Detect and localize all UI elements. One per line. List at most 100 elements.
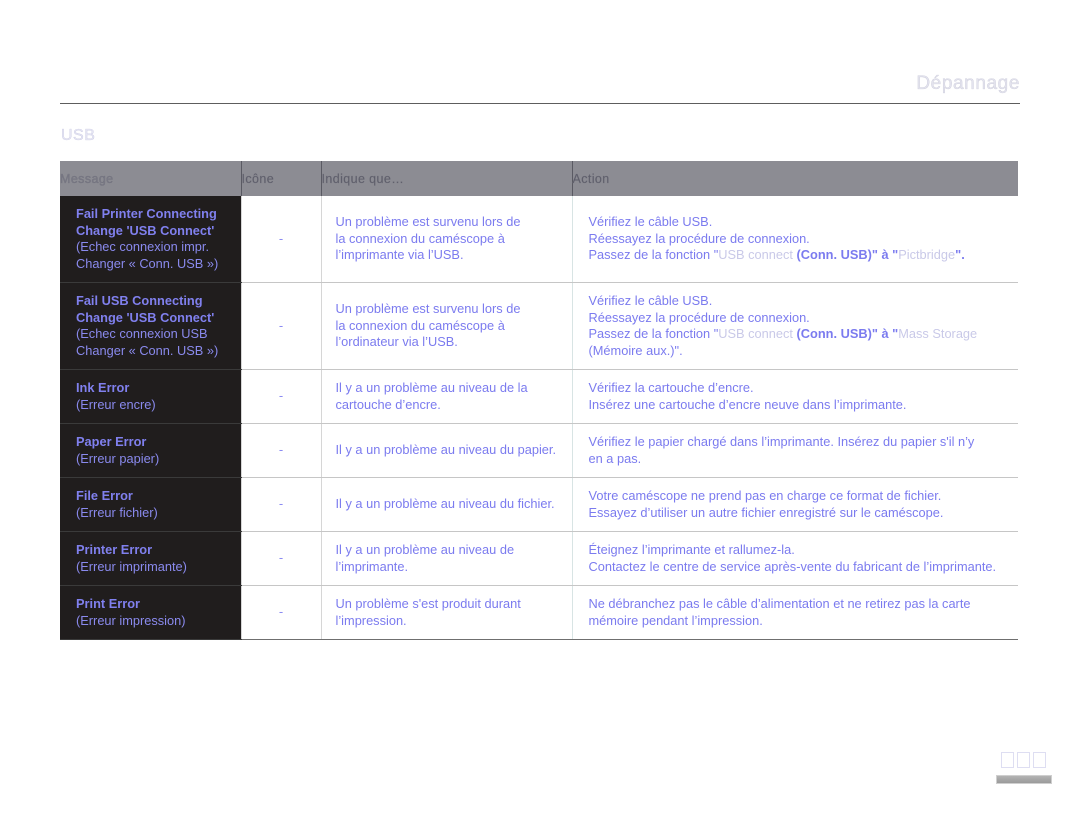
table-header-row: Message Icône Indique que… Action: [60, 161, 1018, 196]
message-table: Message Icône Indique que… Action Fail P…: [60, 161, 1018, 640]
cell-message: Paper Error (Erreur papier): [60, 423, 241, 478]
page-digit-box: [1033, 752, 1046, 768]
message-translated-line: (Erreur encre): [76, 396, 156, 412]
means-line: Un problème est survenu lors de: [335, 214, 521, 230]
cell-means: Il y a un problème au niveau du fichier.: [321, 477, 573, 532]
action-line: Vérifiez la cartouche d’encre.: [588, 380, 754, 395]
means-line: la connexion du caméscope à: [335, 317, 505, 333]
column-header-icon: Icône: [241, 161, 322, 196]
cell-message: Fail USB Connecting Change 'USB Connect'(…: [60, 282, 241, 370]
means-line: cartouche d’encre.: [335, 396, 441, 412]
means-line: Il y a un problème au niveau de la: [335, 380, 528, 395]
action-prefix: Passez de la fonction ": [588, 247, 719, 263]
action-line: mémoire pendant l’impression.: [588, 612, 763, 628]
message-native-line: Paper Error: [76, 434, 147, 449]
cell-action: Ne débranchez pas le câble d’alimentatio…: [572, 585, 1018, 640]
cell-action: Éteignez l’imprimante et rallumez-la. Con…: [572, 531, 1018, 586]
means-line: Il y a un problème au niveau du fichier.: [335, 496, 555, 512]
means-line: Il y a un problème au niveau de: [335, 542, 515, 557]
cell-icon: -: [240, 531, 322, 586]
table-row: Fail Printer Connecting Change 'USB Conne…: [60, 196, 1018, 283]
column-header-action: Action: [572, 161, 1018, 196]
action-line: en a pas.: [588, 450, 642, 466]
action-line: Vérifiez le câble USB.: [588, 214, 713, 230]
action-line: Réessayez la procédure de connexion.: [588, 230, 810, 246]
action-line: Éteignez l’imprimante et rallumez-la.: [588, 542, 795, 557]
table-row: Paper Error (Erreur papier) - Il y a un pro…: [60, 423, 1018, 478]
message-native-line: Printer Error: [76, 542, 153, 557]
table-row: Fail USB Connecting Change 'USB Connect' (…: [60, 282, 1018, 370]
action-line: Vérifiez le câble USB.: [588, 293, 713, 308]
means-line: Un problème s'est produit durant: [335, 596, 521, 611]
table-header: Message Icône Indique que… Action: [60, 161, 1018, 196]
page-number-placeholder: [1001, 752, 1046, 768]
message-translated-line: (Erreur fichier): [76, 504, 158, 520]
message-translated-line: (Echec connexion impr.: [76, 239, 210, 254]
action-tail-line: (Mémoire aux.)".: [588, 342, 683, 358]
cell-means: Il y a un problème au niveau du papier.: [321, 423, 573, 478]
message-translated-line: (Erreur imprimante): [76, 558, 187, 574]
cell-icon: -: [240, 477, 322, 532]
action-dim-term-2: Mass Storage: [898, 326, 978, 341]
cell-message: File Error (Erreur fichier): [60, 477, 241, 532]
table-row: Print Error (Erreur impression) - Un problè…: [60, 585, 1018, 640]
action-rich-line: Passez de la fonction "USB connect (Conn…: [589, 326, 1005, 343]
header-rule: [60, 103, 1020, 104]
message-native-line: Fail USB Connecting: [76, 293, 203, 308]
message-native-line: Change 'USB Connect': [76, 309, 215, 325]
action-prefix: Passez de la fonction ": [588, 326, 719, 341]
message-translated-line: (Erreur impression): [76, 612, 186, 628]
action-mid: (Conn. USB)" à ": [792, 247, 899, 263]
message-translated-line: Changer « Conn. USB »): [76, 255, 219, 271]
means-line: Un problème est survenu lors de: [335, 301, 521, 317]
page-digit-box: [1017, 752, 1030, 768]
section-title: USB: [61, 127, 96, 144]
cell-icon: -: [240, 196, 322, 283]
cell-means: Un problème est survenu lors de la connex…: [321, 282, 573, 370]
action-line: Réessayez la procédure de connexion.: [588, 309, 810, 325]
cell-means: Il y a un problème au niveau de l’imprima…: [321, 531, 573, 586]
means-line: l’imprimante.: [335, 558, 409, 574]
cell-message: Ink Error (Erreur encre): [60, 369, 241, 424]
message-native-line: Print Error: [76, 596, 140, 611]
footer-bar: [996, 775, 1052, 784]
message-native-line: Change 'USB Connect': [76, 222, 215, 238]
cell-action: Vérifiez le câble USB. Réessayez la procé…: [572, 196, 1018, 283]
cell-message: Fail Printer Connecting Change 'USB Conne…: [60, 196, 241, 283]
action-mid: (Conn. USB)" à ": [792, 326, 899, 341]
cell-icon: -: [240, 282, 322, 370]
action-suffix: ".: [955, 247, 965, 263]
table-body: Fail Printer Connecting Change 'USB Conne…: [60, 196, 1018, 640]
cell-action: Vérifiez la cartouche d’encre. Insérez un…: [572, 369, 1018, 424]
means-line: l’imprimante via l’USB.: [335, 247, 464, 263]
cell-means: Il y a un problème au niveau de la cartou…: [321, 369, 573, 424]
action-line: Contactez le centre de service après-ven…: [588, 558, 997, 574]
cell-action: Vérifiez le papier chargé dans l’imprima…: [572, 423, 1018, 478]
cell-icon: -: [240, 369, 322, 424]
cell-icon: -: [240, 585, 322, 640]
action-dim-term-1: USB connect: [718, 326, 793, 341]
action-rich-line: Passez de la fonction "USB connect (Conn…: [589, 247, 1005, 264]
cell-action: Votre caméscope ne prend pas en charge c…: [572, 477, 1018, 532]
document-page: Dépannage USB Message Icône Indique que……: [0, 0, 1080, 827]
action-line: Essayez d’utiliser un autre fichier enre…: [588, 504, 944, 520]
action-line: Votre caméscope ne prend pas en charge c…: [588, 488, 942, 503]
message-translated-line: Changer « Conn. USB »): [76, 342, 219, 358]
table-row: File Error (Erreur fichier) - Il y a un pro…: [60, 477, 1018, 532]
cell-message: Printer Error (Erreur imprimante): [60, 531, 241, 586]
running-head: Dépannage: [60, 72, 1020, 96]
cell-means: Un problème est survenu lors de la connex…: [321, 196, 573, 283]
table-row: Printer Error (Erreur imprimante) - Il y a …: [60, 531, 1018, 586]
cell-means: Un problème s'est produit durant l’impres…: [321, 585, 573, 640]
message-native-line: Ink Error: [76, 380, 130, 395]
means-line: l’impression.: [335, 612, 407, 628]
table-row: Ink Error (Erreur encre) - Il y a un problè…: [60, 369, 1018, 424]
cell-action: Vérifiez le câble USB. Réessayez la procé…: [572, 282, 1018, 370]
message-translated-line: (Erreur papier): [76, 450, 160, 466]
message-native-line: Fail Printer Connecting: [76, 206, 217, 221]
cell-message: Print Error (Erreur impression): [60, 585, 241, 640]
action-line: Insérez une cartouche d’encre neuve dans…: [588, 396, 907, 412]
running-head-text: Dépannage: [916, 73, 1020, 94]
means-line: Il y a un problème au niveau du papier.: [335, 442, 557, 458]
page-digit-box: [1001, 752, 1014, 768]
